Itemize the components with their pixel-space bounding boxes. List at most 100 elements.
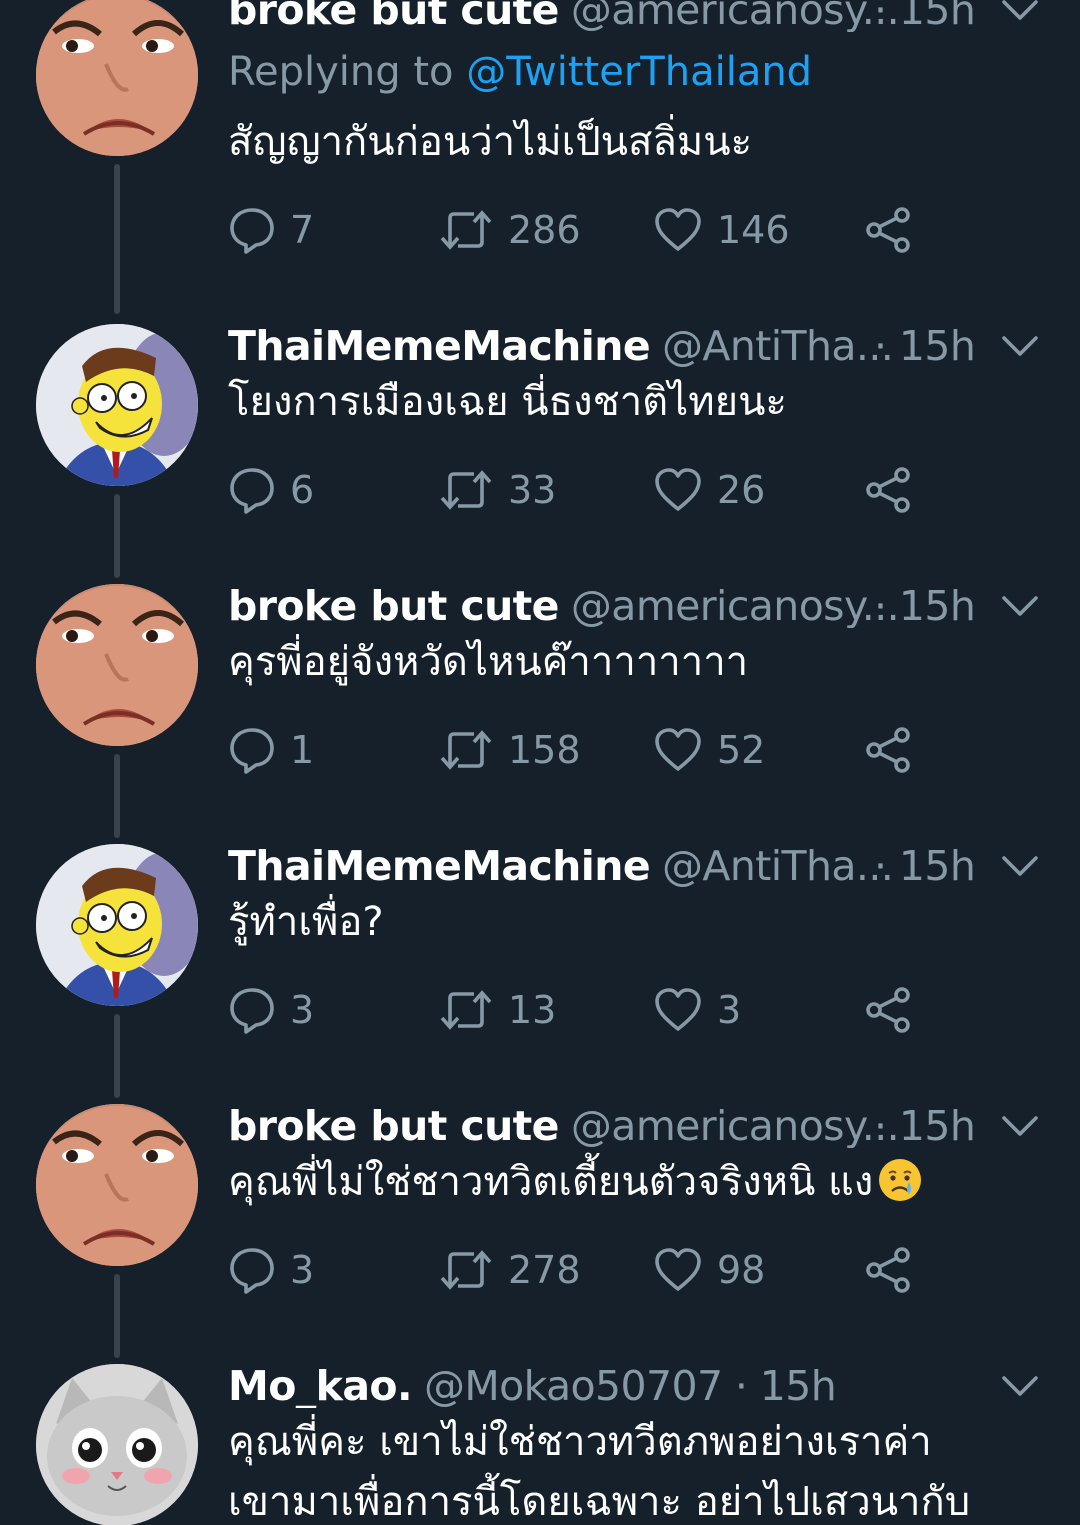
like-button[interactable]: 3 <box>653 980 741 1040</box>
retweet-icon <box>438 986 494 1034</box>
tweet-time[interactable]: · 15h <box>874 844 984 888</box>
reply-button[interactable]: 6 <box>228 460 314 520</box>
chevron-down-icon <box>998 588 1042 624</box>
retweet-count: 13 <box>508 988 557 1032</box>
avatar[interactable] <box>36 0 198 156</box>
tweet[interactable]: broke but cute @americanosy... · 15h คุณพ… <box>0 1104 1080 1364</box>
reply-button[interactable]: 1 <box>228 720 314 780</box>
display-name[interactable]: ThaiMemeMachine <box>228 324 651 368</box>
share-icon <box>864 206 912 254</box>
retweet-count: 286 <box>508 208 581 252</box>
display-name[interactable]: broke but cute <box>228 0 560 32</box>
avatar[interactable] <box>36 844 198 1006</box>
like-button[interactable]: 98 <box>653 1240 765 1300</box>
cartoon-man-avatar-icon <box>36 324 198 486</box>
girl-face-avatar-icon <box>36 1104 198 1266</box>
reply-button[interactable]: 3 <box>228 1240 314 1300</box>
retweet-button[interactable]: 13 <box>438 980 556 1040</box>
share-button[interactable] <box>864 460 912 520</box>
retweet-button[interactable]: 278 <box>438 1240 581 1300</box>
like-button[interactable]: 26 <box>653 460 765 520</box>
like-count: 26 <box>717 468 766 512</box>
retweet-button[interactable]: 33 <box>438 460 556 520</box>
retweet-button[interactable]: 286 <box>438 200 581 260</box>
share-button[interactable] <box>864 200 912 260</box>
user-handle[interactable]: @americanosy... <box>571 1104 900 1148</box>
share-button[interactable] <box>864 1240 912 1300</box>
heart-icon <box>653 1247 703 1293</box>
replying-to: Replying to @TwitterThailand <box>228 50 812 94</box>
tweet-actions: 6 33 26 <box>228 460 948 520</box>
replying-to-mention[interactable]: @TwitterThailand <box>466 49 812 95</box>
avatar[interactable] <box>36 1104 198 1266</box>
tweet[interactable]: ThaiMemeMachine @AntiTha... · 15h โยงการเ… <box>0 324 1080 584</box>
user-handle[interactable]: @AntiTha... <box>662 844 894 888</box>
reply-count: 1 <box>290 728 315 772</box>
display-name[interactable]: ThaiMemeMachine <box>228 844 651 888</box>
cat-avatar-icon <box>36 1364 198 1525</box>
chevron-down-icon <box>998 848 1042 884</box>
reply-icon <box>228 466 276 514</box>
retweet-icon <box>438 206 494 254</box>
share-button[interactable] <box>864 720 912 780</box>
retweet-button[interactable]: 158 <box>438 720 581 780</box>
chevron-down-icon <box>998 1368 1042 1404</box>
tweet-menu-button[interactable] <box>998 848 1042 884</box>
tweet-text-line-1: คุณพี่คะ เขาไม่ใช่ชาวทวีตภพอย่างเราค่า <box>228 1419 932 1465</box>
tweet-menu-button[interactable] <box>998 328 1042 364</box>
share-icon <box>864 726 912 774</box>
chevron-down-icon <box>998 0 1042 28</box>
tweet-menu-button[interactable] <box>998 588 1042 624</box>
user-handle[interactable]: @Mokao50707 · 15h <box>423 1364 837 1408</box>
user-handle-text: @Mokao50707 <box>423 1364 723 1408</box>
share-icon <box>864 986 912 1034</box>
tweet-menu-button[interactable] <box>998 1108 1042 1144</box>
user-handle[interactable]: @americanosy... <box>571 584 900 628</box>
tweet-header: Mo_kao. @Mokao50707 · 15h <box>228 1364 1028 1408</box>
avatar[interactable] <box>36 584 198 746</box>
like-count: 3 <box>717 988 742 1032</box>
tweet-time[interactable]: · 15h <box>735 1364 837 1408</box>
tweet-menu-button[interactable] <box>998 0 1042 28</box>
thread-connector <box>114 1274 120 1358</box>
thread-connector <box>114 1014 120 1098</box>
share-button[interactable] <box>864 980 912 1040</box>
avatar[interactable] <box>36 1364 198 1525</box>
tweet-time[interactable]: · 15h <box>874 0 984 32</box>
tweet[interactable]: ThaiMemeMachine @AntiTha... · 15h รู้ทำเพ… <box>0 844 1080 1104</box>
tweet[interactable]: Mo_kao. @Mokao50707 · 15h คุณพี่คะ เขาไม่… <box>0 1364 1080 1525</box>
display-name[interactable]: broke but cute <box>228 584 560 628</box>
tweet-time[interactable]: · 15h <box>874 324 984 368</box>
tweet-text-container: คุณพี่ไม่ใช่ชาวทวิตเตี้ยนตัวจริงหนิ แง <box>228 1152 1038 1212</box>
tweet-text: สัญญากันก่อนว่าไม่เป็นสลิ่มนะ <box>228 119 753 165</box>
reply-icon <box>228 1246 276 1294</box>
share-icon <box>864 1246 912 1294</box>
tweet[interactable]: broke but cute @americanosy... · 15h คุรพ… <box>0 584 1080 844</box>
tweet-text: คุณพี่ไม่ใช่ชาวทวิตเตี้ยนตัวจริงหนิ แง <box>228 1159 874 1205</box>
tweet[interactable]: broke but cute @americanosy... · 15h Repl… <box>0 0 1080 314</box>
user-handle[interactable]: @AntiTha... <box>662 324 894 368</box>
tweet-actions: 7 286 146 <box>228 200 948 260</box>
display-name[interactable]: broke but cute <box>228 1104 560 1148</box>
avatar[interactable] <box>36 324 198 486</box>
chevron-down-icon <box>998 328 1042 364</box>
heart-icon <box>653 727 703 773</box>
thread-connector <box>114 754 120 838</box>
tweet-menu-button[interactable] <box>998 1368 1042 1404</box>
tweet-time[interactable]: · 15h <box>874 584 984 628</box>
tweet-actions: 1 158 52 <box>228 720 948 780</box>
like-count: 52 <box>717 728 766 772</box>
display-name[interactable]: Mo_kao. <box>228 1364 413 1408</box>
like-button[interactable]: 52 <box>653 720 765 780</box>
user-handle[interactable]: @americanosy... <box>571 0 900 32</box>
share-icon <box>864 466 912 514</box>
tweet-time[interactable]: · 15h <box>874 1104 984 1148</box>
retweet-count: 33 <box>508 468 557 512</box>
reply-button[interactable]: 3 <box>228 980 314 1040</box>
retweet-icon <box>438 726 494 774</box>
girl-face-avatar-icon <box>36 584 198 746</box>
reply-button[interactable]: 7 <box>228 200 314 260</box>
retweet-count: 278 <box>508 1248 581 1292</box>
like-button[interactable]: 146 <box>653 200 790 260</box>
chevron-down-icon <box>998 1108 1042 1144</box>
